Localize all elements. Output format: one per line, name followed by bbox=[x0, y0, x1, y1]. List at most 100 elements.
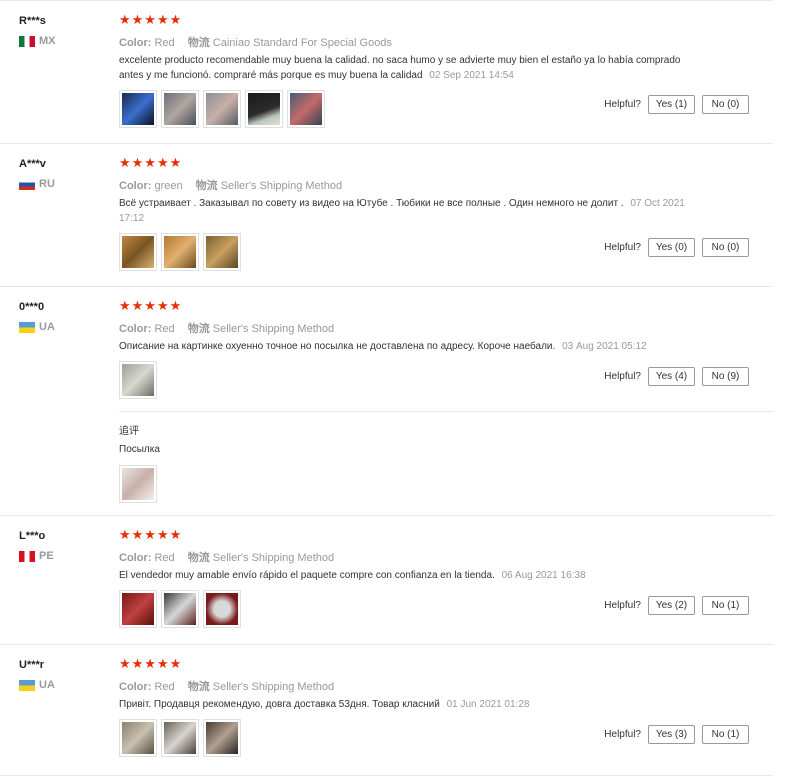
star-rating: ★★★★★ bbox=[119, 298, 183, 313]
review-photo[interactable] bbox=[119, 90, 157, 128]
helpful-label: Helpful? bbox=[604, 371, 641, 382]
review-item: 0***0 UA ★★★★★ Color: Red 物流 Seller's Sh… bbox=[0, 286, 773, 516]
shipping-value: Cainiao Standard For Special Goods bbox=[212, 37, 392, 49]
review-text: excelente producto recomendable muy buen… bbox=[119, 53, 694, 83]
review-photo[interactable] bbox=[119, 590, 157, 628]
review-date: 06 Aug 2021 16:38 bbox=[501, 570, 586, 581]
review-date: 02 Sep 2021 14:54 bbox=[429, 70, 514, 81]
helpful-label: Helpful? bbox=[604, 600, 641, 611]
helpful-label: Helpful? bbox=[604, 99, 641, 110]
review-text: Привіт. Продавця рекомендую, довга доста… bbox=[119, 697, 739, 712]
helpful-no-button[interactable]: No (1) bbox=[702, 725, 749, 744]
review-date: 01 Jun 2021 01:28 bbox=[446, 699, 530, 710]
country-code: PE bbox=[39, 550, 54, 562]
review-body: Всё устраивает . Заказывал по совету из … bbox=[119, 198, 624, 209]
reviewer-country: RU bbox=[19, 178, 55, 190]
review-photos bbox=[119, 590, 241, 628]
review-body: El vendedor muy amable envío rápido el p… bbox=[119, 570, 495, 581]
review-photo[interactable] bbox=[161, 590, 199, 628]
shipping-label: 物流 bbox=[187, 37, 210, 49]
helpful-yes-button[interactable]: Yes (1) bbox=[648, 95, 695, 114]
helpful-no-button[interactable]: No (0) bbox=[702, 238, 749, 257]
color-label: Color: bbox=[119, 323, 152, 335]
color-label: Color: bbox=[119, 37, 152, 49]
helpful-no-button[interactable]: No (0) bbox=[702, 95, 749, 114]
peru-flag-icon bbox=[19, 550, 35, 562]
reviewer-country: UA bbox=[19, 321, 55, 333]
helpful-vote: Helpful? Yes (4) No (9) bbox=[604, 367, 749, 386]
star-rating: ★★★★★ bbox=[119, 155, 183, 170]
review-photo[interactable] bbox=[287, 90, 325, 128]
helpful-yes-button[interactable]: Yes (2) bbox=[648, 596, 695, 615]
helpful-label: Helpful? bbox=[604, 242, 641, 253]
followup-photos bbox=[119, 465, 157, 503]
review-sku-info: Color: Red 物流 Seller's Shipping Method bbox=[119, 549, 334, 565]
color-value: Red bbox=[154, 552, 175, 564]
helpful-vote: Helpful? Yes (2) No (1) bbox=[604, 596, 749, 615]
review-item: A***v RU ★★★★★ Color: green 物流 Seller's … bbox=[0, 143, 773, 287]
country-code: UA bbox=[39, 679, 55, 691]
reviewer-name: 0***0 bbox=[19, 301, 45, 313]
shipping-value: Seller's Shipping Method bbox=[220, 180, 343, 192]
review-item: L***o PE ★★★★★ Color: Red 物流 Seller's Sh… bbox=[0, 515, 773, 645]
helpful-yes-button[interactable]: Yes (4) bbox=[648, 367, 695, 386]
review-photo[interactable] bbox=[203, 233, 241, 271]
review-text: El vendedor muy amable envío rápido el p… bbox=[119, 568, 739, 583]
review-photo[interactable] bbox=[203, 90, 241, 128]
country-code: RU bbox=[39, 178, 55, 190]
review-photos bbox=[119, 90, 325, 128]
review-text: Всё устраивает . Заказывал по совету из … bbox=[119, 196, 694, 226]
mexico-flag-icon bbox=[19, 35, 35, 47]
shipping-label: 物流 bbox=[195, 180, 218, 192]
helpful-no-button[interactable]: No (9) bbox=[702, 367, 749, 386]
star-rating: ★★★★★ bbox=[119, 656, 183, 671]
color-label: Color: bbox=[119, 180, 152, 192]
helpful-no-button[interactable]: No (1) bbox=[702, 596, 749, 615]
color-value: Red bbox=[154, 323, 175, 335]
helpful-yes-button[interactable]: Yes (0) bbox=[648, 238, 695, 257]
color-label: Color: bbox=[119, 552, 152, 564]
reviewer-name: A***v bbox=[19, 158, 46, 170]
review-photo[interactable] bbox=[161, 233, 199, 271]
shipping-label: 物流 bbox=[187, 681, 210, 693]
review-photos bbox=[119, 233, 241, 271]
review-body: excelente producto recomendable muy buen… bbox=[119, 55, 681, 81]
helpful-vote: Helpful? Yes (3) No (1) bbox=[604, 725, 749, 744]
color-value: Red bbox=[154, 37, 175, 49]
review-photo[interactable] bbox=[203, 719, 241, 757]
reviewer-name: L***o bbox=[19, 530, 46, 542]
color-label: Color: bbox=[119, 681, 152, 693]
shipping-value: Seller's Shipping Method bbox=[212, 323, 335, 335]
shipping-value: Seller's Shipping Method bbox=[212, 681, 335, 693]
review-photo[interactable] bbox=[245, 90, 283, 128]
review-sku-info: Color: green 物流 Seller's Shipping Method bbox=[119, 177, 342, 193]
review-photo[interactable] bbox=[119, 233, 157, 271]
star-rating: ★★★★★ bbox=[119, 527, 183, 542]
helpful-vote: Helpful? Yes (1) No (0) bbox=[604, 95, 749, 114]
shipping-label: 物流 bbox=[187, 323, 210, 335]
review-sku-info: Color: Red 物流 Cainiao Standard For Speci… bbox=[119, 34, 392, 50]
country-code: UA bbox=[39, 321, 55, 333]
review-photos bbox=[119, 719, 241, 757]
review-sku-info: Color: Red 物流 Seller's Shipping Method bbox=[119, 320, 334, 336]
shipping-label: 物流 bbox=[187, 552, 210, 564]
review-photo[interactable] bbox=[203, 590, 241, 628]
star-rating: ★★★★★ bbox=[119, 12, 183, 27]
reviewer-country: UA bbox=[19, 679, 55, 691]
review-photo[interactable] bbox=[161, 90, 199, 128]
review-item: R***s MX ★★★★★ Color: Red 物流 Cainiao Sta… bbox=[0, 0, 773, 144]
shipping-value: Seller's Shipping Method bbox=[212, 552, 335, 564]
reviewer-name: R***s bbox=[19, 15, 46, 27]
followup-title: 追评 bbox=[119, 426, 139, 437]
ukraine-flag-icon bbox=[19, 321, 35, 333]
helpful-yes-button[interactable]: Yes (3) bbox=[648, 725, 695, 744]
helpful-label: Helpful? bbox=[604, 729, 641, 740]
review-photo[interactable] bbox=[119, 361, 157, 399]
reviewer-country: PE bbox=[19, 550, 54, 562]
divider bbox=[119, 411, 773, 412]
review-photo[interactable] bbox=[119, 719, 157, 757]
review-photos bbox=[119, 361, 157, 399]
review-photo[interactable] bbox=[161, 719, 199, 757]
reviewer-country: MX bbox=[19, 35, 56, 47]
review-photo[interactable] bbox=[119, 465, 157, 503]
